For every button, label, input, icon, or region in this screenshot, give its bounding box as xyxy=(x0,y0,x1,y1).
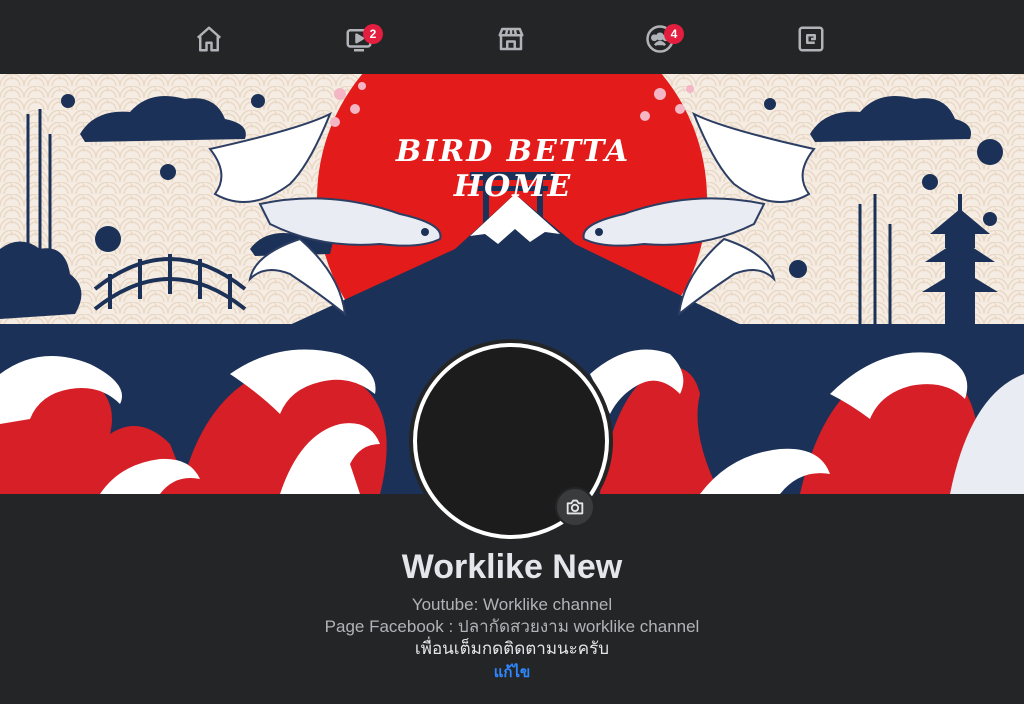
bio-line: Youtube: Worklike channel xyxy=(411,595,613,614)
watch-badge: 2 xyxy=(363,24,383,44)
gaming-icon xyxy=(798,26,824,52)
nav-marketplace[interactable] xyxy=(487,24,535,72)
bio-line: เพื่อนเต็มกดติดตามนะครับ xyxy=(414,639,610,658)
nav-home[interactable] xyxy=(185,24,233,72)
store-icon xyxy=(498,27,524,51)
change-avatar-button[interactable] xyxy=(555,487,595,527)
profile-bio: Youtube: Worklike channel Page Facebook … xyxy=(0,594,1024,660)
bio-line: Page Facebook : ปลากัดสวยงาม worklike ch… xyxy=(324,617,700,636)
home-icon xyxy=(196,26,222,52)
nav-watch[interactable]: 2 xyxy=(335,24,383,72)
edit-bio-link[interactable]: แก้ไข xyxy=(0,660,1024,684)
cover-title: BIRD BETTA HOME xyxy=(395,134,631,204)
camera-icon xyxy=(566,499,584,515)
nav-groups[interactable]: 4 xyxy=(636,24,684,72)
groups-badge: 4 xyxy=(664,24,684,44)
profile-name: Worklike New xyxy=(401,548,623,586)
top-nav: 2 4 xyxy=(0,0,1024,74)
nav-gaming[interactable] xyxy=(787,24,835,72)
